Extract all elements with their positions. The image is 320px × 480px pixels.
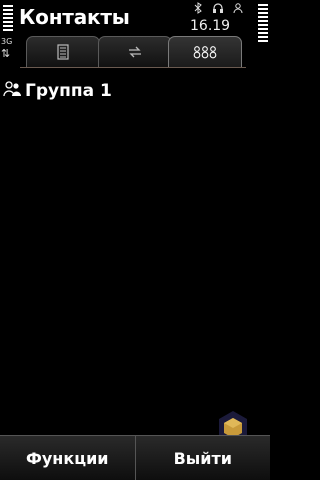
options-softkey[interactable]: Функции bbox=[0, 436, 135, 480]
group-label: Группа 1 bbox=[25, 81, 112, 101]
exit-softkey[interactable]: Выйти bbox=[134, 436, 271, 480]
softkey-bar: Функции Выйти bbox=[0, 435, 270, 480]
app-title: Контакты bbox=[19, 5, 130, 29]
clock: 16.19 bbox=[190, 18, 231, 34]
bluetooth-icon bbox=[192, 2, 204, 17]
status-icons bbox=[188, 2, 252, 14]
signal-strength-icon bbox=[3, 5, 13, 33]
tab-bar-divider bbox=[20, 67, 246, 68]
list-item-group[interactable]: Группа 1 bbox=[3, 80, 112, 102]
tab-bar bbox=[20, 36, 246, 68]
tab-contact-list[interactable] bbox=[26, 36, 100, 67]
group-icon bbox=[3, 80, 23, 103]
groups-icon bbox=[193, 46, 217, 59]
battery-icon bbox=[258, 4, 268, 64]
data-transfer-icon: ⇅ bbox=[1, 47, 11, 60]
profile-icon bbox=[232, 2, 244, 17]
sync-icon bbox=[129, 46, 141, 58]
signal-area: 3G ⇅ bbox=[0, 0, 16, 66]
tab-groups[interactable] bbox=[168, 36, 242, 67]
network-type-label: 3G bbox=[1, 37, 13, 46]
tab-sync[interactable] bbox=[98, 36, 172, 67]
headset-icon bbox=[212, 2, 224, 17]
contact-list-icon bbox=[57, 44, 69, 60]
